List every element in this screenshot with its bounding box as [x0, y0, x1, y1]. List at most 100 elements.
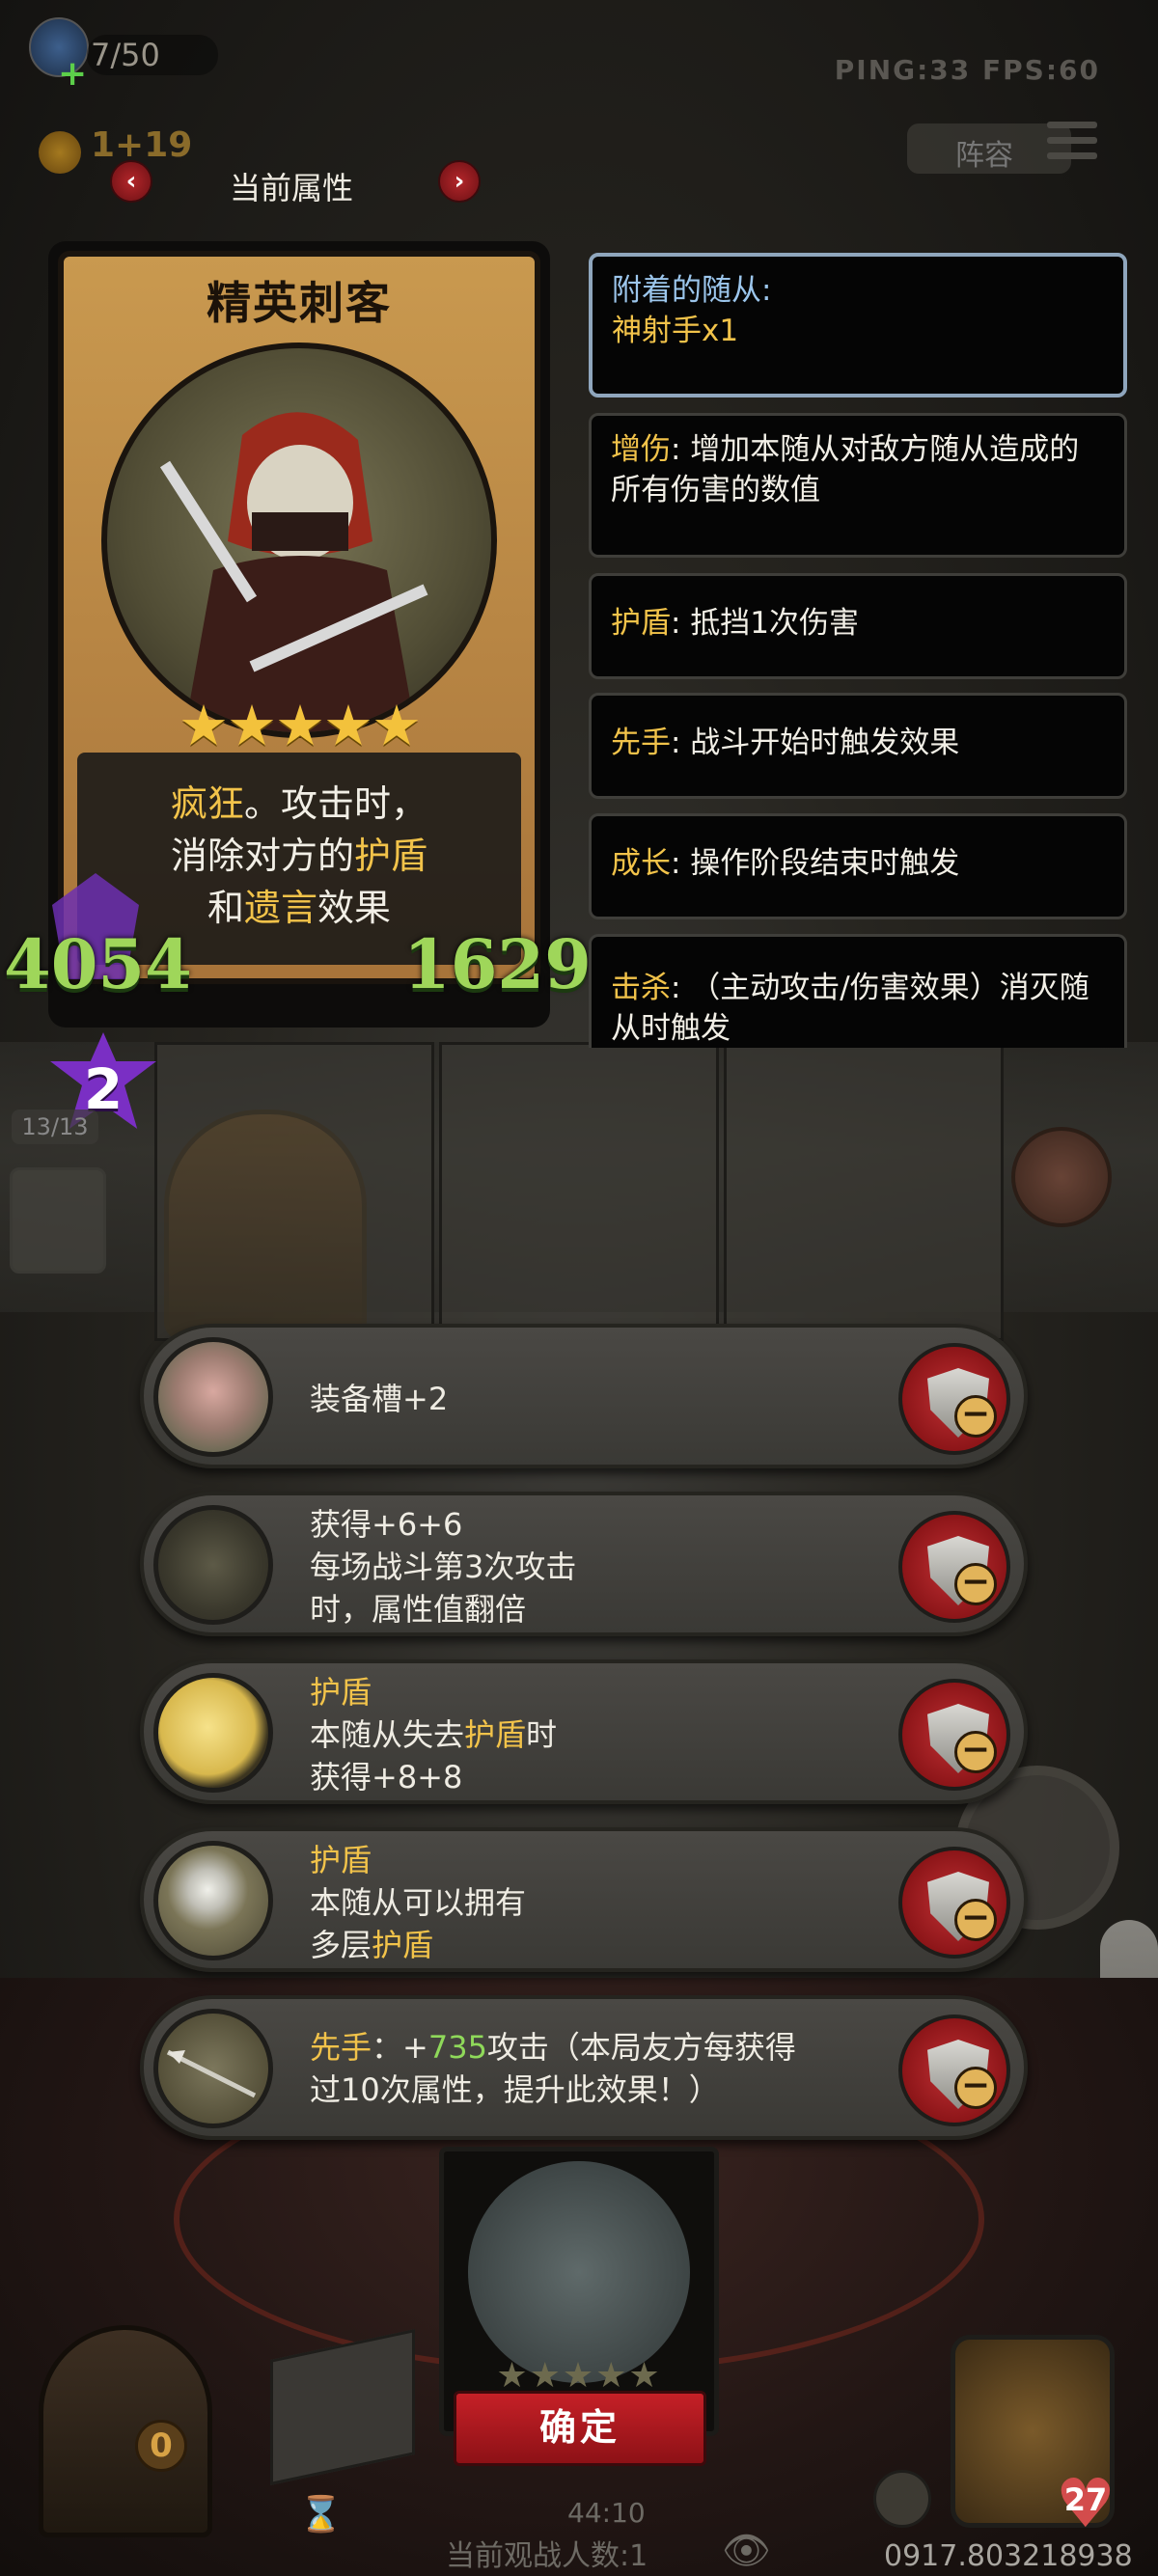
eye-icon[interactable]: 👁	[722, 2528, 771, 2573]
bonus-row: 护盾 本随从失去护盾时 获得+8+8 −	[140, 1659, 1028, 1804]
keyword-tip-shield: 护盾: 抵挡1次伤害	[589, 573, 1127, 679]
spear-icon	[153, 2009, 273, 2128]
attributes-title: 当前属性	[230, 170, 354, 206]
bonus-value: 735	[427, 2029, 487, 2066]
keyword-desc: : 战斗开始时触发效果	[671, 726, 960, 760]
keyword-tip-first-strike: 先手: 战斗开始时触发效果	[589, 693, 1127, 799]
keyword-desc: : 抵挡1次伤害	[671, 606, 860, 641]
background-unit-card	[164, 1110, 367, 1341]
bonus-line: 本随从可以拥有	[310, 1884, 527, 1921]
keyword-desc: : 增加本随从对敌方随从造成的所有伤害的数值	[611, 432, 1080, 507]
health-stat: 1629	[403, 924, 592, 1004]
unit-name: 精英刺客	[207, 277, 392, 329]
remove-bonus-button[interactable]: −	[898, 1847, 1010, 1959]
add-plus-icon: +	[58, 54, 88, 94]
remove-bonus-button[interactable]: −	[898, 1679, 1010, 1791]
shop-unit-stars: ★★★★★	[496, 2356, 662, 2396]
keyword-frenzy: 疯狂	[170, 782, 244, 825]
attack-stat: 4054	[4, 924, 192, 1004]
watermark-phone: 0917.803218938	[884, 2539, 1133, 2573]
bonus-line: 多层护盾	[310, 1924, 526, 1966]
bonus-fragment: 本随从失去	[310, 1716, 465, 1753]
cloak-icon	[153, 1505, 273, 1625]
keyword-label: 护盾	[611, 606, 671, 641]
bonus-line: 过10次属性，提升此效果！）	[310, 2071, 720, 2108]
assassin-portrait-icon	[101, 343, 497, 738]
bonus-text: 装备槽+2	[310, 1381, 449, 1417]
minus-icon: −	[954, 1899, 997, 1941]
keyword-label: 击杀	[611, 971, 671, 1005]
menu-icon[interactable]	[1047, 122, 1097, 166]
hourglass-icon: ⌛	[299, 2495, 343, 2535]
bonus-row: 护盾 本随从可以拥有 多层护盾 −	[140, 1827, 1028, 1972]
ability-text: 疯狂。攻击时， 消除对方的护盾 和遗言效果	[77, 778, 521, 934]
gold-crown-icon	[39, 131, 81, 174]
remove-bonus-button[interactable]: −	[898, 2014, 1010, 2126]
attached-label: 附着的随从:	[612, 273, 772, 308]
player-count: 7/50	[87, 35, 218, 75]
bonus-fragment: ：+	[372, 2029, 428, 2066]
chest-count: 0	[135, 2420, 187, 2472]
bonus-text: 先手：+735攻击（本局友方每获得 过10次属性，提升此效果！）	[310, 2026, 796, 2111]
bonus-line: 每场战斗第3次攻击	[310, 1548, 577, 1585]
bonus-line: 获得+6+6	[310, 1506, 463, 1543]
keyword-tip-damage-boost: 增伤: 增加本随从对敌方随从造成的所有伤害的数值	[589, 413, 1127, 558]
minus-icon: −	[954, 1731, 997, 1773]
player-health: 27	[1063, 2481, 1108, 2518]
treasure-chest-icon[interactable]	[39, 2325, 212, 2537]
keyword-desc: : 操作阶段结束时触发	[671, 846, 960, 881]
board-slot-counter: 13/13	[12, 1110, 98, 1144]
keyword-shield: 护盾	[354, 835, 428, 877]
keyword-shield: 护盾	[464, 1716, 527, 1753]
ability-line-3a: 和	[207, 887, 244, 929]
bonus-line: 先手：+735攻击（本局友方每获得	[310, 2026, 796, 2069]
ping-fps-readout: PING:33 FPS:60	[834, 54, 1100, 86]
remove-bonus-button[interactable]: −	[898, 1511, 1010, 1623]
keyword-tip-kill: 击杀: （主动攻击/伤害效果）消灭随从时触发	[589, 934, 1127, 1048]
background-coin-icon	[1011, 1127, 1112, 1227]
keyword-shield: 护盾	[372, 1927, 434, 1963]
board-slot-center	[439, 1042, 719, 1341]
bonus-fragment: 多层	[310, 1927, 372, 1963]
shrine-icon[interactable]	[873, 2470, 931, 2528]
ability-line-1: 。攻击时，	[244, 782, 428, 825]
keyword-label: 增伤	[611, 432, 671, 467]
bonus-line: 本随从失去护盾时	[310, 1713, 557, 1756]
board-slot-right	[724, 1042, 1004, 1341]
star-rating: ★★★★★	[179, 693, 422, 758]
bonus-row: 装备槽+2 −	[140, 1324, 1028, 1468]
attached-minion-panel: 附着的随从: 神射手x1	[589, 253, 1127, 397]
prev-attribute-button[interactable]: ‹	[110, 160, 152, 203]
remove-bonus-button[interactable]: −	[898, 1343, 1010, 1455]
spectator-count: 当前观战人数:1	[446, 2539, 648, 2573]
bonus-row: 先手：+735攻击（本局友方每获得 过10次属性，提升此效果！） −	[140, 1995, 1028, 2140]
next-attribute-button[interactable]: ›	[438, 160, 481, 203]
keyword-deathrattle: 遗言	[243, 887, 317, 929]
gold-count: 1+19	[91, 125, 193, 165]
keyword-first-strike: 先手	[310, 2029, 372, 2066]
bonus-row: 获得+6+6 每场战斗第3次攻击 时，属性值翻倍 −	[140, 1492, 1028, 1636]
bonus-title: 护盾	[310, 1674, 372, 1711]
bonus-fragment: 攻击（本局友方每获得	[486, 2029, 796, 2066]
bonus-title: 护盾	[310, 1842, 372, 1878]
chef-portrait-icon[interactable]	[10, 1167, 106, 1274]
confirm-button[interactable]: 确定	[454, 2391, 706, 2466]
keyword-tip-growth: 成长: 操作阶段结束时触发	[589, 813, 1127, 919]
bonus-text: 护盾 本随从可以拥有 多层护盾	[310, 1839, 526, 1966]
pig-icon	[153, 1337, 273, 1457]
keyword-label: 成长	[611, 846, 671, 881]
round-timer: 44:10	[567, 2497, 646, 2529]
bonus-text: 获得+6+6 每场战斗第3次攻击 时，属性值翻倍	[310, 1503, 576, 1631]
ability-line-2: 消除对方的	[170, 835, 354, 877]
bonus-text: 护盾 本随从失去护盾时 获得+8+8	[310, 1671, 557, 1798]
minus-icon: −	[954, 1563, 997, 1605]
mirror-icon	[153, 1841, 273, 1960]
keyword-label: 先手	[611, 726, 671, 760]
attached-value: 神射手x1	[612, 314, 739, 348]
bonus-fragment: 时	[526, 1716, 558, 1753]
minus-icon: −	[954, 1395, 997, 1438]
minus-icon: −	[954, 2067, 997, 2109]
moon-icon	[153, 1673, 273, 1793]
keyword-desc: : （主动攻击/伤害效果）消灭随从时触发	[611, 971, 1089, 1046]
bonus-line: 时，属性值翻倍	[310, 1591, 527, 1628]
